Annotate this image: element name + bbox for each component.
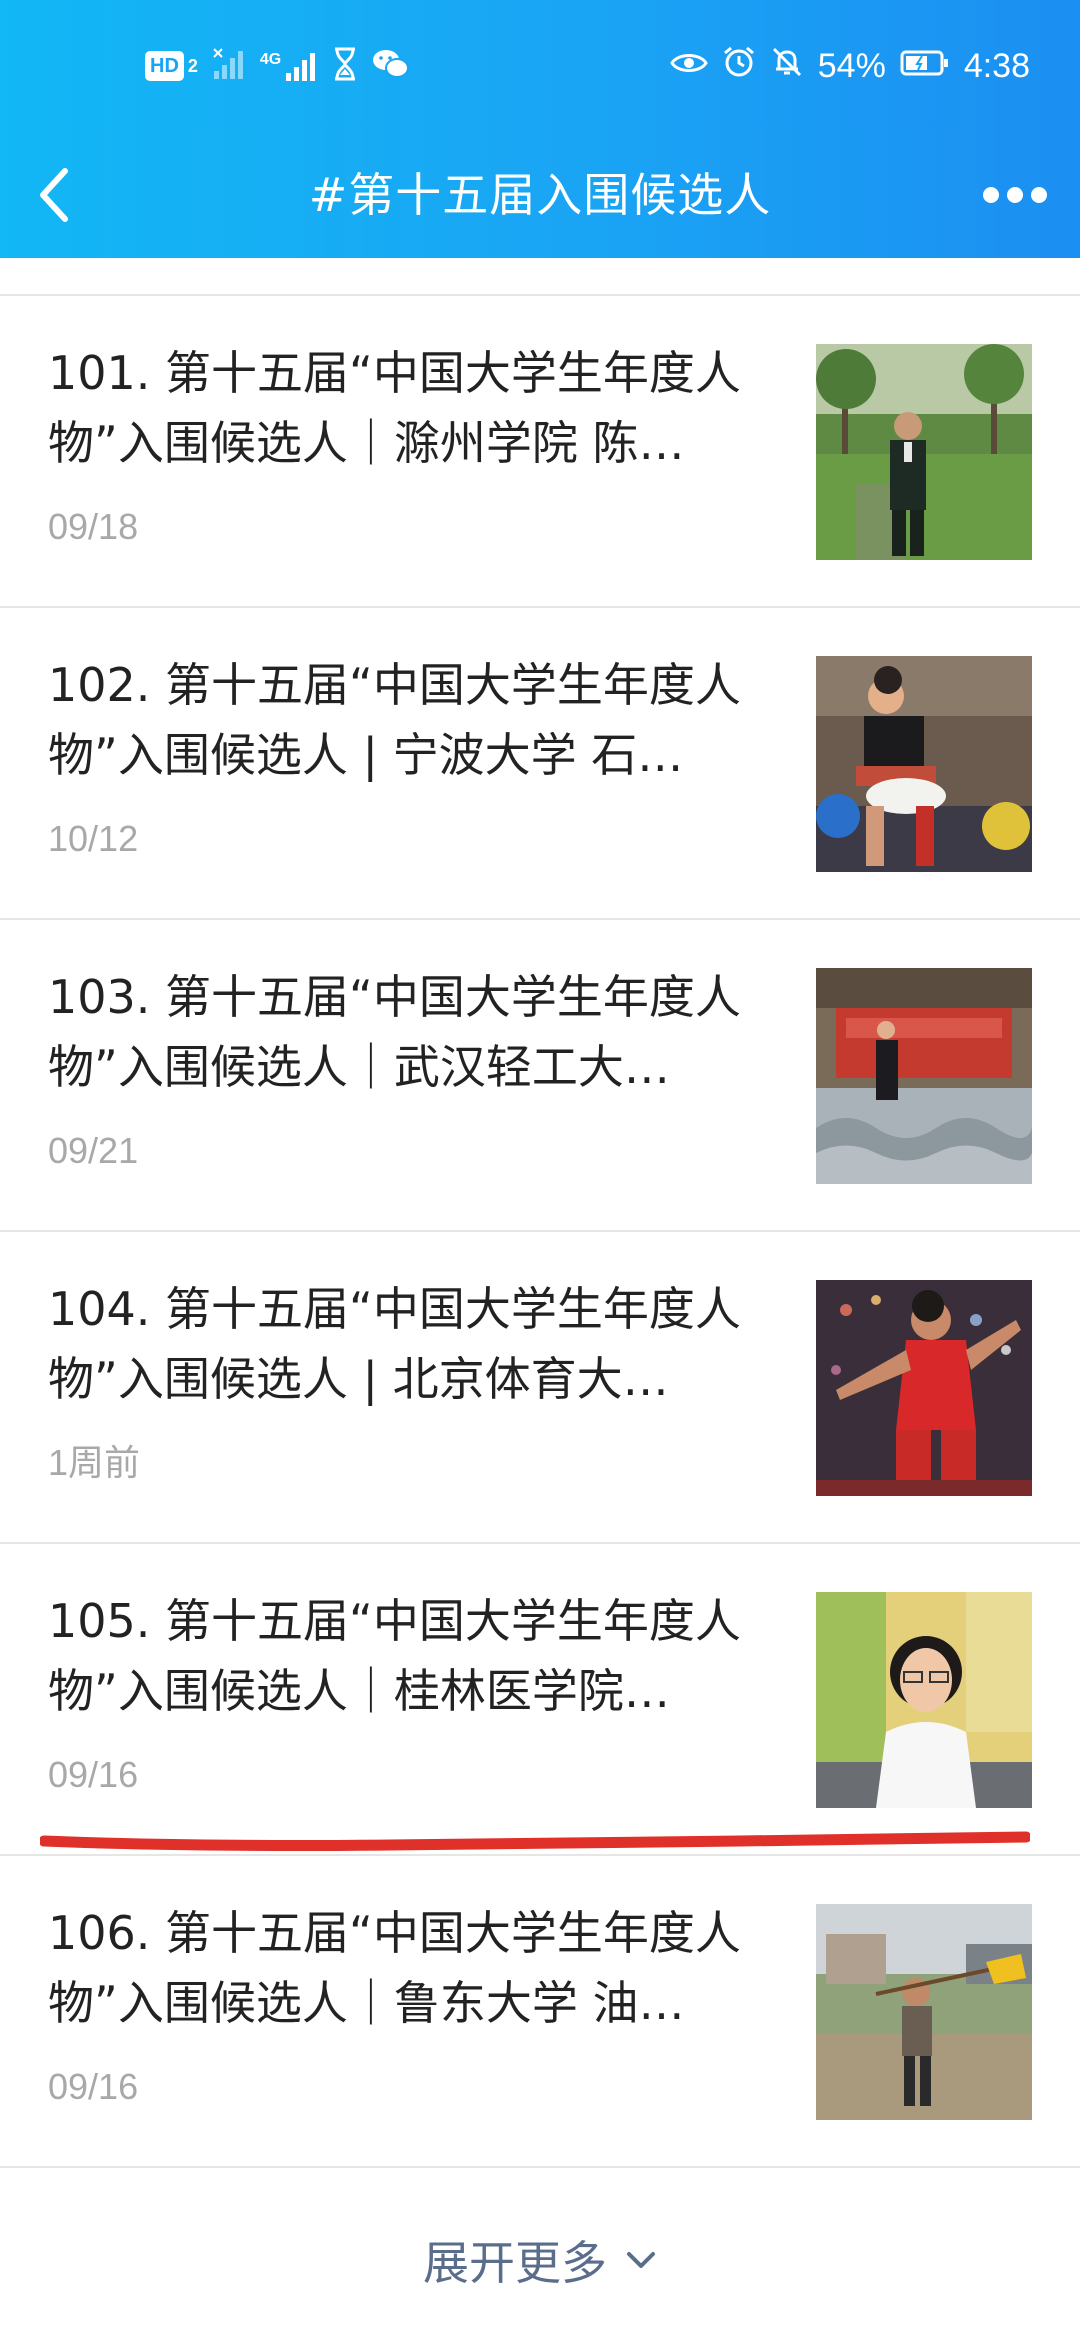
article-item-106[interactable]: 106. 第十五届“中国大学生年度人物”入围候选人｜鲁东大学 油… 09/16	[0, 1856, 1080, 2168]
hourglass-icon	[332, 47, 358, 85]
4g-signal-icon: 4G	[260, 49, 318, 83]
app-header: HD 2 4G 54% 4:38 #第十五届入围候选人	[0, 0, 1080, 258]
article-date: 10/12	[48, 818, 139, 859]
article-item-101[interactable]: 101. 第十五届“中国大学生年度人物”入围候选人｜滁州学院 陈… 09/18	[0, 296, 1080, 608]
status-right: 54% 4:38	[669, 45, 1030, 88]
article-thumbnail	[816, 968, 1032, 1184]
expand-more-button[interactable]: 展开更多	[0, 2220, 1080, 2300]
article-date: 09/16	[48, 2066, 139, 2107]
status-bar: HD 2 4G 54% 4:38	[0, 0, 1080, 134]
signal-icon	[212, 47, 246, 85]
article-date: 09/16	[48, 1754, 139, 1795]
wechat-icon	[372, 47, 410, 85]
status-left: HD 2 4G	[145, 45, 410, 87]
article-thumbnail	[816, 656, 1032, 872]
nav-bar: #第十五届入围候选人	[0, 134, 1080, 258]
article-thumbnail	[816, 1592, 1032, 1808]
article-item-102[interactable]: 102. 第十五届“中国大学生年度人物”入围候选人 | 宁波大学 石… 10/1…	[0, 608, 1080, 920]
clock-time: 4:38	[963, 46, 1030, 85]
back-button[interactable]	[20, 160, 90, 230]
article-title: 103. 第十五届“中国大学生年度人物”入围候选人｜武汉轻工大…	[48, 970, 741, 1094]
article-list: 101. 第十五届“中国大学生年度人物”入围候选人｜滁州学院 陈… 09/18	[0, 296, 1080, 2168]
hd-icon: HD	[145, 51, 184, 81]
chevron-left-icon	[40, 168, 68, 222]
page-title: #第十五届入围候选人	[308, 168, 772, 222]
chevron-down-icon	[627, 2252, 655, 2268]
more-dot-icon	[983, 187, 999, 203]
expand-more-label: 展开更多	[423, 2236, 607, 2290]
article-date: 09/18	[48, 506, 139, 547]
mute-icon	[770, 45, 804, 88]
article-date: 09/21	[48, 1130, 139, 1171]
hd-sub-label: 2	[187, 55, 198, 76]
article-item-104[interactable]: 104. 第十五届“中国大学生年度人物”入围候选人 | 北京体育大… 1周前	[0, 1232, 1080, 1544]
battery-percent: 54%	[817, 46, 886, 85]
article-item-103[interactable]: 103. 第十五届“中国大学生年度人物”入围候选人｜武汉轻工大… 09/21	[0, 920, 1080, 1232]
article-title: 105. 第十五届“中国大学生年度人物”入围候选人｜桂林医学院…	[48, 1594, 741, 1718]
article-title: 104. 第十五届“中国大学生年度人物”入围候选人 | 北京体育大…	[48, 1282, 741, 1406]
network-type-label: 4G	[259, 51, 282, 68]
more-options-button[interactable]	[970, 160, 1060, 230]
article-thumbnail	[816, 1904, 1032, 2120]
red-annotation-underline	[40, 1831, 1030, 1851]
article-thumbnail	[816, 344, 1032, 560]
more-dot-icon	[1031, 187, 1047, 203]
article-title: 101. 第十五届“中国大学生年度人物”入围候选人｜滁州学院 陈…	[48, 346, 741, 470]
article-thumbnail	[816, 1280, 1032, 1496]
article-title: 102. 第十五届“中国大学生年度人物”入围候选人 | 宁波大学 石…	[48, 658, 741, 782]
alarm-icon	[722, 45, 756, 88]
eye-icon	[669, 47, 708, 86]
article-item-105[interactable]: 105. 第十五届“中国大学生年度人物”入围候选人｜桂林医学院… 09/16	[0, 1544, 1080, 1856]
more-dot-icon	[1007, 187, 1023, 203]
article-title: 106. 第十五届“中国大学生年度人物”入围候选人｜鲁东大学 油…	[48, 1906, 741, 2030]
article-date: 1周前	[48, 1442, 141, 1483]
battery-icon	[900, 47, 950, 86]
